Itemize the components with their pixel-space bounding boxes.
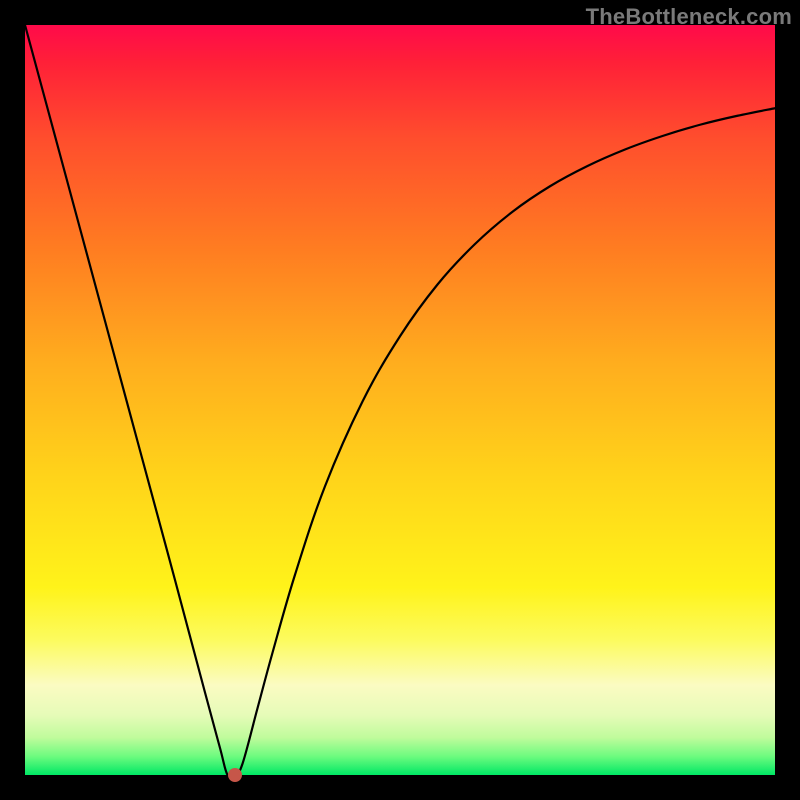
- chart-container: TheBottleneck.com: [0, 0, 800, 800]
- watermark-text: TheBottleneck.com: [586, 4, 792, 30]
- bottleneck-curve-path: [25, 25, 775, 778]
- plot-area: [25, 25, 775, 775]
- curve-svg: [25, 25, 775, 775]
- minimum-marker: [228, 768, 242, 782]
